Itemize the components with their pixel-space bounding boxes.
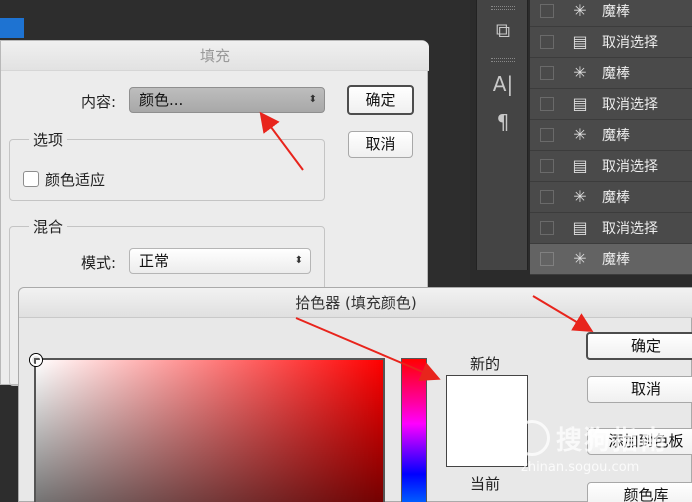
history-checkbox[interactable] xyxy=(540,221,554,235)
magic-wand-icon: ✳ xyxy=(573,1,587,20)
document-icon: ▤ xyxy=(572,156,588,175)
hue-slider[interactable] xyxy=(401,358,427,502)
current-label: 当前 xyxy=(470,475,501,493)
select-arrows-icon: ⬍ xyxy=(308,94,317,105)
history-checkbox[interactable] xyxy=(540,35,554,49)
history-checkbox[interactable] xyxy=(540,252,554,266)
magic-wand-icon: ✳ xyxy=(573,125,587,144)
history-item[interactable]: ▤ 取消选择 xyxy=(530,213,692,244)
history-item-label: 魔棒 xyxy=(602,128,630,144)
picker-cancel-button[interactable]: 取消 xyxy=(587,376,692,403)
history-item[interactable]: ▤ 取消选择 xyxy=(530,89,692,120)
contents-value: 颜色... xyxy=(139,91,184,109)
cancel-button[interactable]: 取消 xyxy=(348,131,413,158)
history-item-label: 取消选择 xyxy=(602,159,658,175)
document-icon: ▤ xyxy=(572,218,588,237)
history-item-label: 魔棒 xyxy=(602,190,630,206)
history-checkbox[interactable] xyxy=(540,97,554,111)
selection-marker xyxy=(0,18,24,38)
blend-title: 混合 xyxy=(29,216,68,237)
color-adapt-label: 颜色适应 xyxy=(45,171,106,189)
contents-label: 内容: xyxy=(81,93,117,111)
contents-select[interactable]: 颜色... ⬍ xyxy=(129,87,325,113)
history-item-label: 魔棒 xyxy=(602,66,630,82)
history-item[interactable]: ✳ 魔棒 xyxy=(530,120,692,151)
options-title: 选项 xyxy=(29,129,68,150)
history-checkbox[interactable] xyxy=(540,190,554,204)
picker-ok-button[interactable]: 确定 xyxy=(586,332,692,360)
history-checkbox[interactable] xyxy=(540,4,554,18)
history-checkbox[interactable] xyxy=(540,66,554,80)
grip-handle[interactable] xyxy=(491,6,515,10)
new-color-swatch xyxy=(446,375,528,467)
mode-label: 模式: xyxy=(81,254,117,272)
history-item-label: 魔棒 xyxy=(602,252,630,268)
history-item-label: 取消选择 xyxy=(602,97,658,113)
picker-title: 拾色器 (填充颜色) xyxy=(19,288,692,318)
saturation-field[interactable] xyxy=(30,354,385,502)
watermark-text: 搜狗指南 xyxy=(556,426,669,456)
character-icon[interactable]: A| xyxy=(477,72,529,96)
magic-wand-icon: ✳ xyxy=(573,249,587,268)
history-item[interactable]: ✳ 魔棒 xyxy=(530,0,692,27)
mode-value: 正常 xyxy=(139,252,170,270)
magic-wand-icon: ✳ xyxy=(573,63,587,82)
select-arrows-icon: ⬍ xyxy=(294,255,303,266)
history-item-label: 取消选择 xyxy=(602,221,658,237)
paragraph-icon[interactable]: ¶ xyxy=(477,110,529,134)
magic-wand-icon: ✳ xyxy=(573,187,587,206)
history-item[interactable]: ✳ 魔棒 xyxy=(530,182,692,213)
history-item[interactable]: ▤ 取消选择 xyxy=(530,27,692,58)
history-panel: ✳ 魔棒 ▤ 取消选择 ✳ 魔棒 ▤ 取消选择 ✳ 魔棒 ▤ 取消选择 ✳ 魔棒 ▤ 取消选择 ✳ 魔棒 xyxy=(530,0,692,275)
color-marker[interactable] xyxy=(30,354,42,366)
history-item-label: 魔棒 xyxy=(602,4,630,20)
dialog-title: 填充 xyxy=(1,41,429,71)
new-label: 新的 xyxy=(470,355,501,373)
panel-tool-strip: ⧉ A| ¶ xyxy=(476,0,528,270)
color-adapt-checkbox[interactable] xyxy=(23,171,39,187)
document-icon: ▤ xyxy=(572,32,588,51)
history-checkbox[interactable] xyxy=(540,128,554,142)
document-icon: ▤ xyxy=(572,94,588,113)
history-item[interactable]: ✳ 魔棒 xyxy=(530,58,692,89)
color-libraries-button[interactable]: 颜色库 xyxy=(587,482,692,502)
history-item[interactable]: ✳ 魔棒 xyxy=(530,244,692,275)
grip-handle[interactable] xyxy=(491,58,515,62)
history-item[interactable]: ▤ 取消选择 xyxy=(530,151,692,182)
mode-select[interactable]: 正常 ⬍ xyxy=(129,248,311,274)
sogou-logo-icon xyxy=(514,420,550,456)
clone-source-icon[interactable]: ⧉ xyxy=(477,18,529,42)
watermark-url: zhinan.sogou.com xyxy=(521,460,640,475)
history-item-label: 取消选择 xyxy=(602,35,658,51)
ok-button[interactable]: 确定 xyxy=(347,85,414,115)
history-checkbox[interactable] xyxy=(540,159,554,173)
